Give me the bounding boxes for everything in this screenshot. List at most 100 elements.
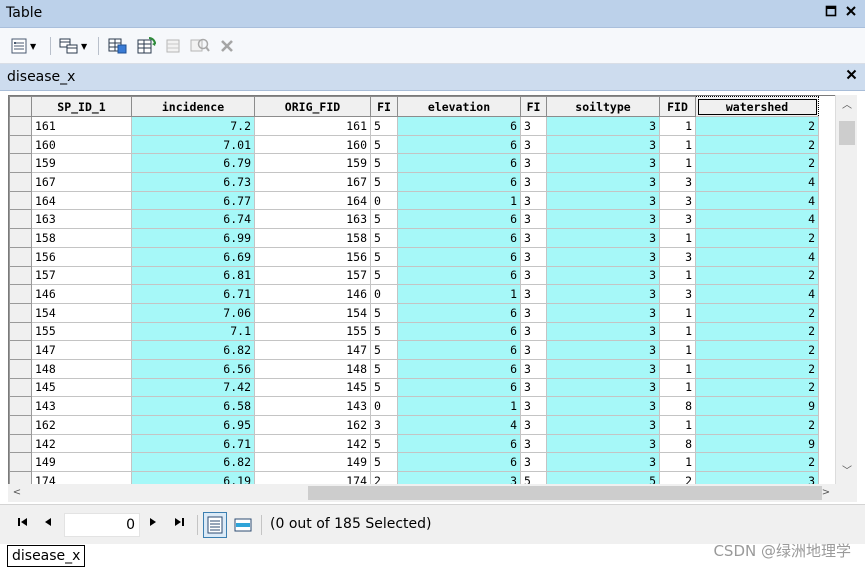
table-cell-watershed[interactable]: 2	[695, 116, 819, 136]
table-row[interactable]: 162 6.95 162 3 4 3 3 1 2	[9, 415, 819, 435]
table-cell-elevation[interactable]: 1	[397, 284, 521, 304]
table-cell-fi[interactable]: 5	[370, 452, 398, 473]
table-cell-fid[interactable]: 2	[659, 471, 696, 484]
table-cell-fid[interactable]: 3	[659, 246, 696, 267]
table-cell-sp-id-1[interactable]: 164	[31, 190, 132, 211]
table-cell-incidence[interactable]: 6.99	[131, 228, 255, 248]
table-cell-fid[interactable]: 1	[659, 265, 696, 286]
table-cell-watershed[interactable]: 3	[695, 471, 819, 484]
table-cell-fi[interactable]: 5	[370, 172, 398, 192]
table-cell-soiltype[interactable]: 3	[546, 190, 660, 211]
table-cell-elevation[interactable]: 6	[397, 134, 521, 155]
table-cell-fi[interactable]: 5	[370, 265, 398, 286]
vertical-scroll-thumb[interactable]	[839, 121, 855, 145]
table-cell-watershed[interactable]: 2	[695, 358, 819, 379]
table-cell-orig-fid[interactable]: 161	[254, 116, 371, 136]
row-selector-header[interactable]	[9, 96, 32, 117]
table-cell-fid[interactable]: 3	[659, 284, 696, 304]
vertical-scrollbar[interactable]: ︿ ﹀	[835, 95, 857, 484]
table-cell-fid[interactable]: 1	[659, 340, 696, 360]
table-cell-orig-fid[interactable]: 164	[254, 190, 371, 211]
table-row[interactable]: 155 7.1 155 5 6 3 3 1 2	[9, 321, 819, 342]
table-row[interactable]: 154 7.06 154 5 6 3 3 1 2	[9, 302, 819, 323]
table-cell-watershed[interactable]: 4	[695, 190, 819, 211]
table-cell-fi[interactable]: 5	[370, 134, 398, 155]
table-row[interactable]: 159 6.79 159 5 6 3 3 1 2	[9, 153, 819, 174]
table-cell-elevation[interactable]: 6	[397, 228, 521, 248]
table-cell-watershed[interactable]: 2	[695, 452, 819, 473]
table-cell-soiltype[interactable]: 3	[546, 321, 660, 342]
table-cell-fi[interactable]: 0	[370, 396, 398, 416]
table-row[interactable]: 142 6.71 142 5 6 3 3 8 9	[9, 433, 819, 454]
table-row[interactable]: 149 6.82 149 5 6 3 3 1 2	[9, 452, 819, 473]
row-selector[interactable]	[9, 302, 32, 323]
table-cell-watershed[interactable]: 2	[695, 228, 819, 248]
table-cell-elevation[interactable]: 6	[397, 302, 521, 323]
table-cell-elevation[interactable]: 6	[397, 377, 521, 398]
column-header-incidence[interactable]: incidence	[131, 96, 255, 117]
table-cell-fi-2[interactable]: 3	[520, 433, 547, 454]
table-cell-incidence[interactable]: 6.82	[131, 340, 255, 360]
table-cell-fi-2[interactable]: 3	[520, 246, 547, 267]
table-cell-elevation[interactable]: 6	[397, 209, 521, 230]
table-cell-orig-fid[interactable]: 148	[254, 358, 371, 379]
table-cell-orig-fid[interactable]: 160	[254, 134, 371, 155]
delete-selected-button[interactable]	[219, 37, 235, 55]
table-cell-fi-2[interactable]: 3	[520, 172, 547, 192]
row-selector[interactable]	[9, 153, 32, 174]
next-record-button[interactable]	[145, 517, 161, 533]
table-cell-incidence[interactable]: 6.58	[131, 396, 255, 416]
table-cell-sp-id-1[interactable]: 163	[31, 209, 132, 230]
table-cell-fi-2[interactable]: 3	[520, 377, 547, 398]
table-cell-sp-id-1[interactable]: 156	[31, 246, 132, 267]
table-cell-fi-2[interactable]: 3	[520, 209, 547, 230]
bottom-table-tab[interactable]: disease_x	[7, 545, 86, 567]
table-cell-elevation[interactable]: 6	[397, 116, 521, 136]
table-cell-elevation[interactable]: 6	[397, 340, 521, 360]
table-cell-fi[interactable]: 5	[370, 358, 398, 379]
current-record-input[interactable]: 0	[64, 513, 140, 537]
float-window-button[interactable]	[823, 5, 839, 21]
table-row[interactable]: 161 7.2 161 5 6 3 3 1 2	[9, 116, 819, 136]
table-cell-soiltype[interactable]: 3	[546, 172, 660, 192]
table-cell-orig-fid[interactable]: 145	[254, 377, 371, 398]
table-cell-sp-id-1[interactable]: 149	[31, 452, 132, 473]
table-cell-soiltype[interactable]: 3	[546, 452, 660, 473]
table-cell-watershed[interactable]: 4	[695, 209, 819, 230]
table-cell-fi[interactable]: 5	[370, 209, 398, 230]
table-row[interactable]: 163 6.74 163 5 6 3 3 3 4	[9, 209, 819, 230]
table-cell-fid[interactable]: 1	[659, 452, 696, 473]
table-cell-fi-2[interactable]: 3	[520, 284, 547, 304]
table-row[interactable]: 167 6.73 167 5 6 3 3 3 4	[9, 172, 819, 192]
table-row[interactable]: 164 6.77 164 0 1 3 3 3 4	[9, 190, 819, 211]
table-cell-fi[interactable]: 2	[370, 471, 398, 484]
table-cell-watershed[interactable]: 4	[695, 246, 819, 267]
table-cell-fi[interactable]: 5	[370, 153, 398, 174]
row-selector[interactable]	[9, 415, 32, 435]
table-cell-elevation[interactable]: 6	[397, 321, 521, 342]
row-selector[interactable]	[9, 265, 32, 286]
table-cell-watershed[interactable]: 2	[695, 340, 819, 360]
table-cell-incidence[interactable]: 7.2	[131, 116, 255, 136]
column-header-elevation[interactable]: elevation	[397, 96, 521, 117]
column-header-orig-fid[interactable]: ORIG_FID	[254, 96, 371, 117]
table-cell-fid[interactable]: 3	[659, 172, 696, 192]
clear-selection-button[interactable]	[165, 37, 181, 55]
table-cell-fi-2[interactable]: 3	[520, 228, 547, 248]
table-cell-fi[interactable]: 0	[370, 190, 398, 211]
row-selector[interactable]	[9, 377, 32, 398]
table-row[interactable]: 145 7.42 145 5 6 3 3 1 2	[9, 377, 819, 398]
table-cell-fi-2[interactable]: 3	[520, 415, 547, 435]
table-cell-incidence[interactable]: 7.1	[131, 321, 255, 342]
table-cell-orig-fid[interactable]: 158	[254, 228, 371, 248]
table-row[interactable]: 160 7.01 160 5 6 3 3 1 2	[9, 134, 819, 155]
table-cell-soiltype[interactable]: 3	[546, 415, 660, 435]
table-cell-fid[interactable]: 1	[659, 415, 696, 435]
table-cell-watershed[interactable]: 9	[695, 433, 819, 454]
table-cell-watershed[interactable]: 2	[695, 415, 819, 435]
table-cell-fi-2[interactable]: 3	[520, 452, 547, 473]
table-cell-fi-2[interactable]: 5	[520, 471, 547, 484]
row-selector[interactable]	[9, 433, 32, 454]
table-cell-sp-id-1[interactable]: 158	[31, 228, 132, 248]
table-cell-fi[interactable]: 5	[370, 321, 398, 342]
